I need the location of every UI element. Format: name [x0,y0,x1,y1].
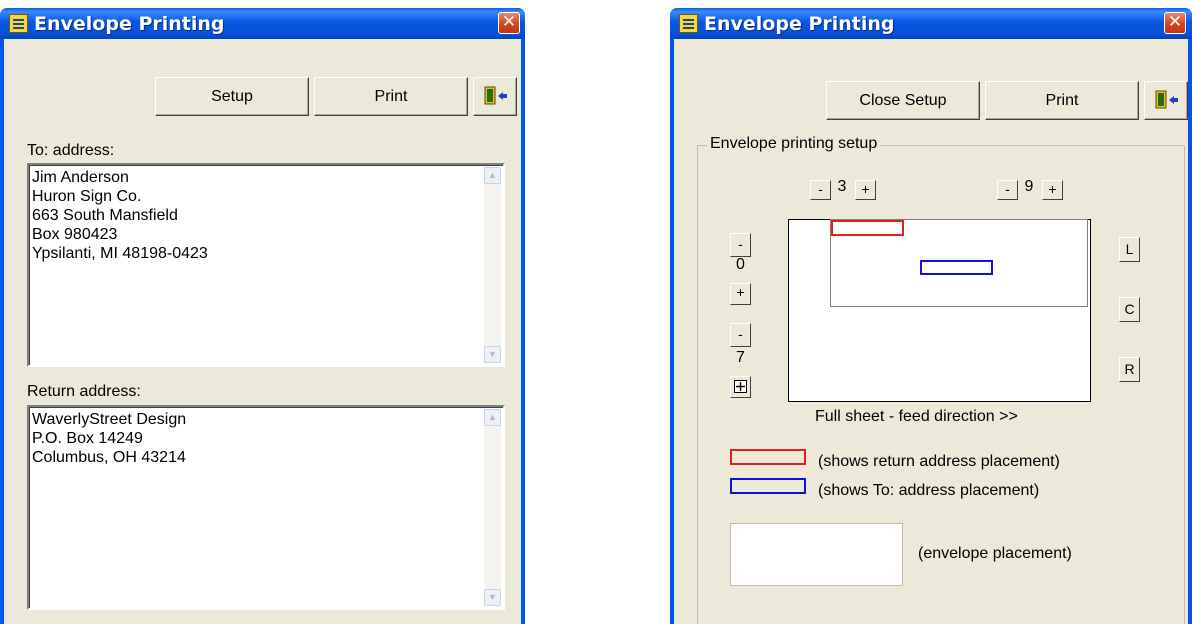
crosshair-icon [734,380,747,393]
scroll-up-icon[interactable]: ▲ [484,409,501,426]
scroll-up-icon[interactable]: ▲ [484,167,501,184]
to-address-text: Jim Anderson Huron Sign Co. 663 South Ma… [32,169,208,262]
title-bar[interactable]: Envelope Printing ✕ [670,8,1192,39]
move-icon-button[interactable] [730,376,751,398]
to-address-label: To: address: [27,142,115,159]
top-right-decrement-button[interactable]: - [997,180,1018,200]
side-bottom-decrement-button[interactable]: - [730,323,751,347]
to-legend-swatch [730,478,806,494]
align-right-button[interactable]: R [1119,357,1140,382]
title-bar[interactable]: Envelope Printing ✕ [0,8,525,39]
side-top-increment-button[interactable]: + [730,283,751,305]
window-title: Envelope Printing [704,13,895,35]
close-icon[interactable]: ✕ [1164,12,1186,34]
scroll-down-icon[interactable]: ▼ [484,589,501,606]
top-right-increment-button[interactable]: + [1042,180,1063,200]
side-bottom-value: 7 [736,349,745,366]
group-title: Envelope printing setup [707,135,881,153]
close-setup-button[interactable]: Close Setup [826,81,980,120]
return-legend-label: (shows return address placement) [818,453,1060,470]
top-right-value: 9 [1024,178,1034,195]
close-icon[interactable]: ✕ [498,12,520,34]
return-address-text: WaverlyStreet Design P.O. Box 14249 Colu… [32,411,187,466]
feed-direction-caption: Full sheet - feed direction >> [815,408,1018,425]
envelope-printing-window-right: Envelope Printing ✕ Close Setup Print En… [670,8,1192,624]
exit-button[interactable] [473,77,517,116]
return-address-label: Return address: [27,383,141,400]
window-client-area: Close Setup Print Envelope printing setu… [674,39,1188,624]
top-left-value: 3 [837,178,847,195]
envelope-legend-swatch [730,523,903,586]
return-address-textarea[interactable]: WaverlyStreet Design P.O. Box 14249 Colu… [27,405,505,610]
envelope-printing-window-left: Envelope Printing ✕ Setup Print To: addr… [0,8,525,624]
return-legend-swatch [730,449,806,465]
side-top-value: 0 [736,256,745,273]
top-left-decrement-button[interactable]: - [810,180,831,200]
setup-button[interactable]: Setup [155,77,309,116]
to-address-textarea[interactable]: Jim Anderson Huron Sign Co. 663 South Ma… [27,163,505,367]
to-legend-label: (shows To: address placement) [818,482,1040,499]
scroll-down-icon[interactable]: ▼ [484,346,501,363]
align-center-button[interactable]: C [1119,297,1140,322]
envelope-legend-label: (envelope placement) [918,545,1072,562]
align-left-button[interactable]: L [1119,237,1140,262]
return-address-scrollbar[interactable]: ▲ ▼ [484,409,501,606]
print-button[interactable]: Print [314,77,468,116]
window-client-area: Setup Print To: address: Jim Anderson Hu… [4,39,521,624]
app-icon [679,14,698,33]
return-address-rect [831,220,904,236]
side-top-decrement-button[interactable]: - [730,233,751,257]
exit-button[interactable] [1144,81,1188,120]
exit-door-icon [484,86,507,105]
print-button[interactable]: Print [985,81,1139,120]
app-icon [9,14,28,33]
window-title: Envelope Printing [34,13,225,35]
to-address-scrollbar[interactable]: ▲ ▼ [484,167,501,363]
top-left-increment-button[interactable]: + [855,180,876,200]
to-address-rect [920,260,993,275]
exit-door-icon [1155,90,1178,109]
